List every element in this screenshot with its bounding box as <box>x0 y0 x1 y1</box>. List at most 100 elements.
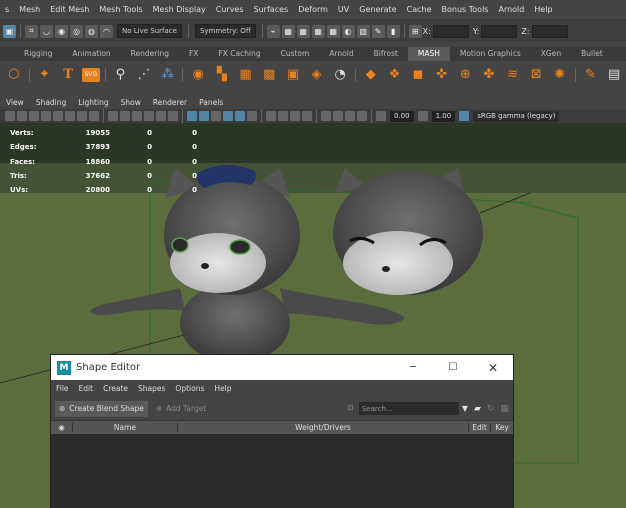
panel-menu-panels[interactable]: Panels <box>193 98 229 107</box>
tab-motion-graphics[interactable]: Motion Graphics <box>450 47 531 61</box>
image-plane-icon[interactable] <box>41 111 51 121</box>
textured-icon[interactable] <box>223 111 233 121</box>
lights-icon[interactable] <box>235 111 245 121</box>
search-dropdown-icon[interactable]: ▼ <box>462 404 468 413</box>
menu-mesh-display[interactable]: Mesh Display <box>148 5 211 14</box>
live-surface-dropdown[interactable]: No Live Surface <box>117 24 182 38</box>
snap-live-icon[interactable]: ◠ <box>100 24 113 38</box>
se-menu-help[interactable]: Help <box>209 384 236 393</box>
cube-icon[interactable]: ◼ <box>408 65 428 85</box>
new-folder-icon[interactable]: ▰ <box>474 404 481 414</box>
menu-deform[interactable]: Deform <box>293 5 333 14</box>
lock-camera-icon[interactable] <box>17 111 27 121</box>
z-field[interactable] <box>531 24 568 38</box>
tab-xgen[interactable]: XGen <box>531 47 571 61</box>
maximize-icon[interactable]: ☐ <box>433 362 473 373</box>
transform-icon[interactable]: ◈ <box>307 65 327 85</box>
ambient-occlusion-icon[interactable] <box>266 111 276 121</box>
gate-mask-icon[interactable] <box>144 111 154 121</box>
tab-fx[interactable]: FX <box>179 47 208 61</box>
points-icon[interactable]: ⁂ <box>158 65 178 85</box>
select-mode-icon[interactable]: ▣ <box>3 24 16 38</box>
exposure-icon[interactable] <box>376 111 386 121</box>
depth-of-field-icon[interactable] <box>302 111 312 121</box>
refresh-icon[interactable]: ↻ <box>487 404 495 414</box>
world-icon[interactable]: ⊕ <box>456 65 476 85</box>
tab-custom[interactable]: Custom <box>271 47 320 61</box>
panel-layout-icon[interactable]: ▮ <box>386 24 400 38</box>
stack-icon[interactable]: ≋ <box>503 65 523 85</box>
reference-icon[interactable] <box>53 111 63 121</box>
add-target-button[interactable]: ⊕ Add Target <box>152 401 210 417</box>
flight-icon[interactable]: ❖ <box>385 65 405 85</box>
star-icon[interactable]: ✦ <box>35 65 55 85</box>
smooth-shade-icon[interactable] <box>199 111 209 121</box>
frame-icon[interactable]: ⌑ <box>348 404 353 414</box>
shadows-icon[interactable] <box>247 111 257 121</box>
x-field[interactable] <box>432 24 469 38</box>
se-menu-options[interactable]: Options <box>170 384 209 393</box>
svg-icon[interactable]: SVG <box>81 67 100 82</box>
delay-icon[interactable]: ◔ <box>330 65 350 85</box>
y-field[interactable] <box>481 24 518 38</box>
tab-rendering[interactable]: Rendering <box>121 47 179 61</box>
isolate-select-icon[interactable] <box>321 111 331 121</box>
tab-rigging[interactable]: Rigging <box>0 47 62 61</box>
menu-mesh[interactable]: Mesh <box>14 5 45 14</box>
wireframe-on-shaded-icon[interactable] <box>211 111 221 121</box>
ipr-icon[interactable]: ▦ <box>311 24 325 38</box>
menu-arnold[interactable]: Arnold <box>493 5 529 14</box>
xray-active-icon[interactable] <box>357 111 367 121</box>
safe-action-icon[interactable] <box>168 111 178 121</box>
menu-help[interactable]: Help <box>529 5 557 14</box>
history-icon[interactable]: ⌁ <box>266 24 280 38</box>
symmetry-dropdown[interactable]: Symmetry: Off <box>194 24 256 38</box>
gamma-icon[interactable] <box>417 111 428 121</box>
menu-edit-mesh[interactable]: Edit Mesh <box>45 5 94 14</box>
visibility-eye-icon[interactable]: ◉ <box>51 423 73 432</box>
panel-menu-renderer[interactable]: Renderer <box>147 98 193 107</box>
spring-icon[interactable]: ✜ <box>432 65 452 85</box>
search-input[interactable]: Search... <box>358 402 459 415</box>
orient-icon[interactable]: ✺ <box>550 65 570 85</box>
random-icon[interactable]: ▣ <box>283 65 303 85</box>
menu-generate[interactable]: Generate <box>354 5 401 14</box>
create-mash-icon[interactable]: ⬡ <box>4 65 24 85</box>
snap-point-icon[interactable]: ◉ <box>55 24 68 38</box>
bookmark-icon[interactable] <box>29 111 39 121</box>
panel-menu-show[interactable]: Show <box>115 98 147 107</box>
se-menu-edit[interactable]: Edit <box>74 384 99 393</box>
create-blend-shape-button[interactable]: ⊛ Create Blend Shape <box>55 400 148 417</box>
cube-grid-icon[interactable]: ▩ <box>259 65 279 85</box>
grid-icon[interactable]: ⊞ <box>408 24 422 38</box>
tab-mash[interactable]: MASH <box>407 47 450 61</box>
panel-menu-view[interactable]: View <box>0 98 30 107</box>
resolution-gate-icon[interactable] <box>132 111 142 121</box>
menu-uv[interactable]: UV <box>333 5 354 14</box>
blocks-icon[interactable]: ▚ <box>212 65 232 85</box>
snap-curve-icon[interactable]: ◡ <box>40 24 53 38</box>
tab-fx-caching[interactable]: FX Caching <box>208 47 270 61</box>
shape-editor-titlebar[interactable]: M Shape Editor ─ ☐ ✕ <box>51 355 513 380</box>
track-icon[interactable] <box>65 111 75 121</box>
toolkit-icon[interactable]: ✎ <box>371 24 385 38</box>
menu-surfaces[interactable]: Surfaces <box>249 5 294 14</box>
dynamics-icon[interactable]: ◆ <box>361 65 381 85</box>
film-gate-icon[interactable] <box>120 111 130 121</box>
nodes-icon[interactable]: ⋰ <box>134 65 154 85</box>
render-settings-icon[interactable]: ▦ <box>326 24 340 38</box>
xray-icon[interactable] <box>333 111 343 121</box>
menu-cache[interactable]: Cache <box>402 5 437 14</box>
se-menu-file[interactable]: File <box>51 384 74 393</box>
wireframe-icon[interactable] <box>187 111 197 121</box>
list-icon[interactable]: ▤ <box>604 65 624 85</box>
render-view-icon[interactable]: ▧ <box>356 24 370 38</box>
color-management-icon[interactable] <box>459 111 470 121</box>
camera-icon[interactable] <box>5 111 15 121</box>
panel-menu-lighting[interactable]: Lighting <box>72 98 114 107</box>
snap-grid-icon[interactable]: ⌗ <box>25 24 38 38</box>
xray-joints-icon[interactable] <box>345 111 355 121</box>
zoom-icon[interactable] <box>89 111 99 121</box>
minimize-icon[interactable]: ─ <box>393 362 433 373</box>
column-key[interactable]: Key <box>491 423 513 432</box>
